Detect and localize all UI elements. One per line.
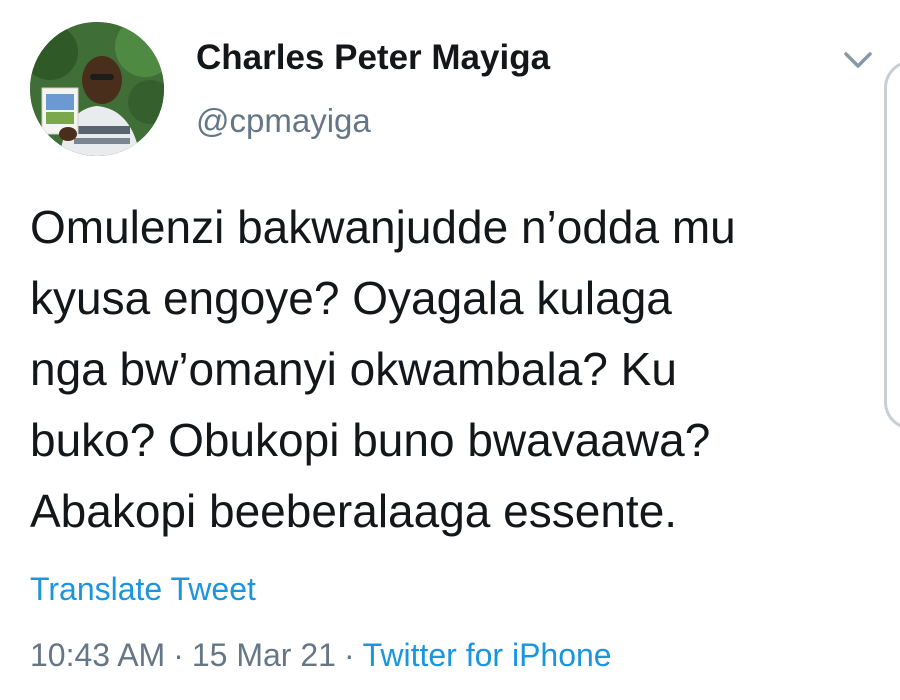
meta-separator: · (173, 637, 184, 673)
scroll-indicator (884, 60, 900, 430)
avatar-photo (30, 22, 164, 156)
author-handle[interactable]: @cpmayiga (196, 102, 371, 140)
tweet-source-link[interactable]: Twitter for iPhone (363, 637, 612, 673)
chevron-down-icon[interactable] (838, 44, 878, 76)
tweet-metadata: 10:43 AM · 15 Mar 21 · Twitter for iPhone (30, 637, 612, 674)
meta-separator-2: · (343, 637, 355, 673)
tweet-card: Charles Peter Mayiga @cpmayiga Omulenzi … (0, 0, 900, 700)
tweet-date[interactable]: 15 Mar 21 (192, 637, 336, 673)
author-avatar[interactable] (30, 22, 164, 156)
tweet-text: Omulenzi bakwanjudde n’odda mu kyusa eng… (30, 201, 736, 537)
author-display-name[interactable]: Charles Peter Mayiga (196, 38, 550, 78)
tweet-time[interactable]: 10:43 AM (30, 637, 165, 673)
translate-tweet-link[interactable]: Translate Tweet (30, 571, 256, 608)
